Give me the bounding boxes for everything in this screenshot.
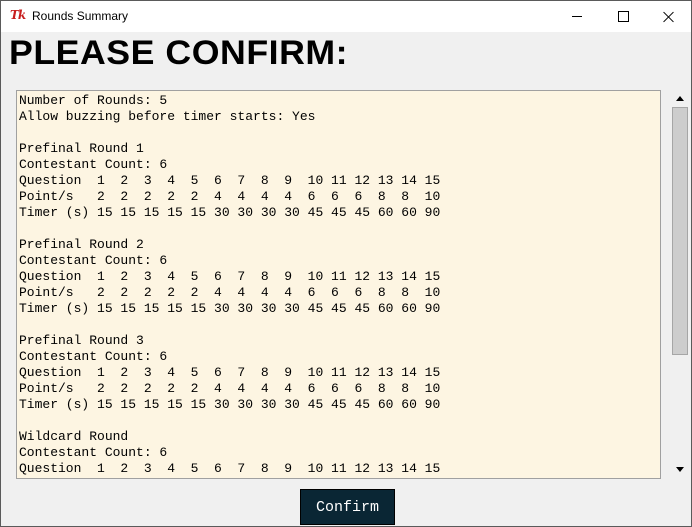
- scroll-up-arrow-icon: [676, 96, 684, 101]
- scroll-up-button[interactable]: [671, 90, 689, 107]
- summary-text: Number of Rounds: 5 Allow buzzing before…: [19, 93, 441, 476]
- close-button[interactable]: [646, 1, 692, 32]
- minimize-button[interactable]: [554, 1, 600, 32]
- scrollbar-thumb[interactable]: [672, 107, 688, 355]
- vertical-scrollbar[interactable]: [671, 90, 689, 478]
- tk-feather-icon: Tk: [10, 8, 26, 22]
- page-heading: PLEASE CONFIRM:: [9, 34, 349, 72]
- title-bar[interactable]: Tk Rounds Summary: [1, 1, 691, 32]
- maximize-icon: [617, 11, 629, 22]
- rounds-summary-window: Tk Rounds Summary PLEASE CONFIRM: Number…: [0, 0, 692, 527]
- window-title: Rounds Summary: [32, 9, 129, 23]
- summary-text-area[interactable]: Number of Rounds: 5 Allow buzzing before…: [16, 90, 661, 479]
- confirm-button[interactable]: Confirm: [300, 489, 395, 525]
- scroll-down-arrow-icon: [676, 467, 684, 472]
- minimize-icon: [572, 16, 582, 17]
- scroll-down-button[interactable]: [671, 461, 689, 478]
- close-icon: [663, 11, 675, 23]
- maximize-button[interactable]: [600, 1, 646, 32]
